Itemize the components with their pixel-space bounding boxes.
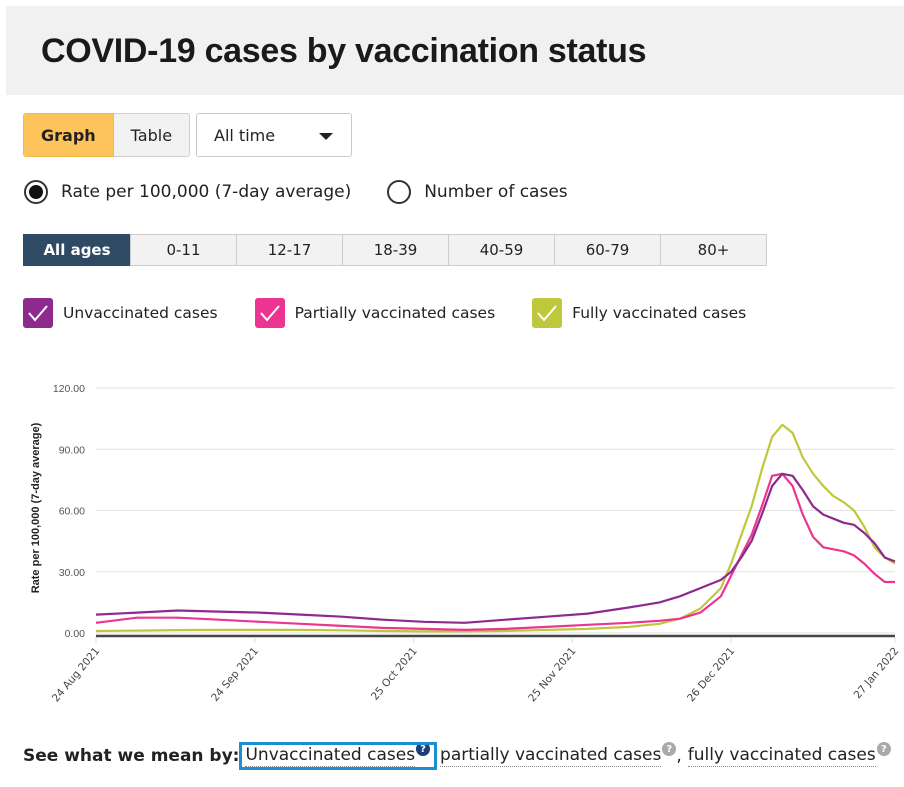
x-tick-label: 24 Aug 2021: [50, 645, 102, 704]
series-lines: [95, 423, 896, 633]
series-line-partially-vaccinated-cases: [95, 472, 895, 631]
x-tick-label: 27 Jan 2022: [852, 645, 902, 701]
page-title: COVID-19 cases by vaccination status: [41, 32, 647, 70]
age-tab-60-79[interactable]: 60-79: [554, 234, 661, 266]
term-separator: ,: [676, 746, 682, 766]
table-button[interactable]: Table: [113, 113, 191, 157]
time-range-value: All time: [214, 125, 276, 145]
y-tick-label: 30.00: [59, 567, 85, 579]
legend-label-partially: Partially vaccinated cases: [294, 304, 496, 322]
x-tick-label: 26 Dec 2021: [685, 645, 737, 704]
definitions-label: See what we mean by:: [23, 746, 240, 766]
series-legend: Unvaccinated cases Partially vaccinated …: [23, 298, 783, 328]
checkmark-icon: [259, 305, 280, 322]
x-tick-label: 25 Oct 2021: [369, 645, 420, 702]
age-tab-80-plus[interactable]: 80+: [660, 234, 767, 266]
age-tab-18-39[interactable]: 18-39: [342, 234, 449, 266]
radio-rate[interactable]: Rate per 100,000 (7-day average): [24, 180, 351, 204]
time-range-select[interactable]: All time: [196, 113, 352, 157]
series-line-unvaccinated-cases: [95, 472, 896, 624]
help-icon[interactable]: ?: [876, 742, 891, 756]
age-tab-40-59[interactable]: 40-59: [448, 234, 555, 266]
caret-down-icon: [319, 133, 333, 140]
line-chart: Rate per 100,000 (7-day average) 0.00 30.…: [30, 383, 901, 704]
grid-lines: [96, 387, 895, 634]
checkmark-icon: [28, 305, 48, 322]
y-tick-label: 60.00: [59, 506, 85, 518]
age-tab-12-17[interactable]: 12-17: [236, 234, 343, 266]
radio-rate-label: Rate per 100,000 (7-day average): [61, 182, 352, 202]
term-partially-link[interactable]: partially vaccinated cases: [440, 745, 662, 767]
definitions-row: See what we mean by: Unvaccinated cases …: [23, 742, 891, 770]
help-icon[interactable]: ?: [416, 742, 431, 756]
radio-checked-icon[interactable]: [24, 180, 48, 204]
legend-partially-vaccinated[interactable]: Partially vaccinated cases: [254, 298, 496, 328]
page-header: COVID-19 cases by vaccination status: [6, 6, 904, 95]
x-tick-label: 24 Sep 2021: [209, 645, 261, 704]
legend-label-fully: Fully vaccinated cases: [572, 304, 747, 322]
term-unvaccinated-link[interactable]: Unvaccinated cases: [245, 745, 416, 767]
radio-number[interactable]: Number of cases: [387, 180, 568, 204]
term-fully-link[interactable]: fully vaccinated cases: [687, 745, 876, 767]
measure-radio-group: Rate per 100,000 (7-day average) Number …: [24, 180, 604, 204]
term-fully-wrap: fully vaccinated cases ?: [687, 742, 891, 767]
radio-unchecked-icon[interactable]: [387, 180, 412, 204]
legend-checkbox-partially[interactable]: [254, 298, 285, 328]
x-tick-label: 25 Nov 2021: [526, 645, 578, 704]
legend-checkbox-unvaccinated[interactable]: [23, 298, 53, 328]
legend-checkbox-fully[interactable]: [532, 298, 563, 328]
help-icon[interactable]: ?: [662, 742, 677, 756]
age-tab-all[interactable]: All ages: [23, 234, 131, 266]
radio-number-label: Number of cases: [424, 182, 568, 202]
series-line-fully-vaccinated-cases: [95, 423, 896, 633]
age-tabs: All ages 0-11 12-17 18-39 40-59 60-79 80…: [23, 234, 767, 266]
term-unvaccinated-wrap: Unvaccinated cases ?: [239, 742, 438, 770]
x-axis-ticks: 24 Aug 2021 24 Sep 2021 25 Oct 2021 25 Nov …: [50, 637, 901, 704]
legend-label-unvaccinated: Unvaccinated cases: [63, 304, 218, 322]
graph-button[interactable]: Graph: [23, 113, 114, 157]
y-tick-label: 90.00: [59, 444, 85, 456]
y-tick-label: 120.00: [53, 383, 85, 395]
age-tab-0-11[interactable]: 0-11: [130, 234, 237, 266]
legend-unvaccinated[interactable]: Unvaccinated cases: [23, 298, 218, 328]
view-toggle: Graph Table: [23, 113, 191, 157]
checkmark-icon: [537, 305, 557, 322]
legend-fully-vaccinated[interactable]: Fully vaccinated cases: [532, 298, 746, 328]
y-tick-label: 0.00: [65, 628, 86, 640]
term-partially-wrap: partially vaccinated cases ?: [440, 742, 677, 767]
y-axis-label: Rate per 100,000 (7-day average): [30, 422, 42, 593]
y-axis-ticks: 0.00 30.00 60.00 90.00 120.00: [53, 383, 85, 640]
